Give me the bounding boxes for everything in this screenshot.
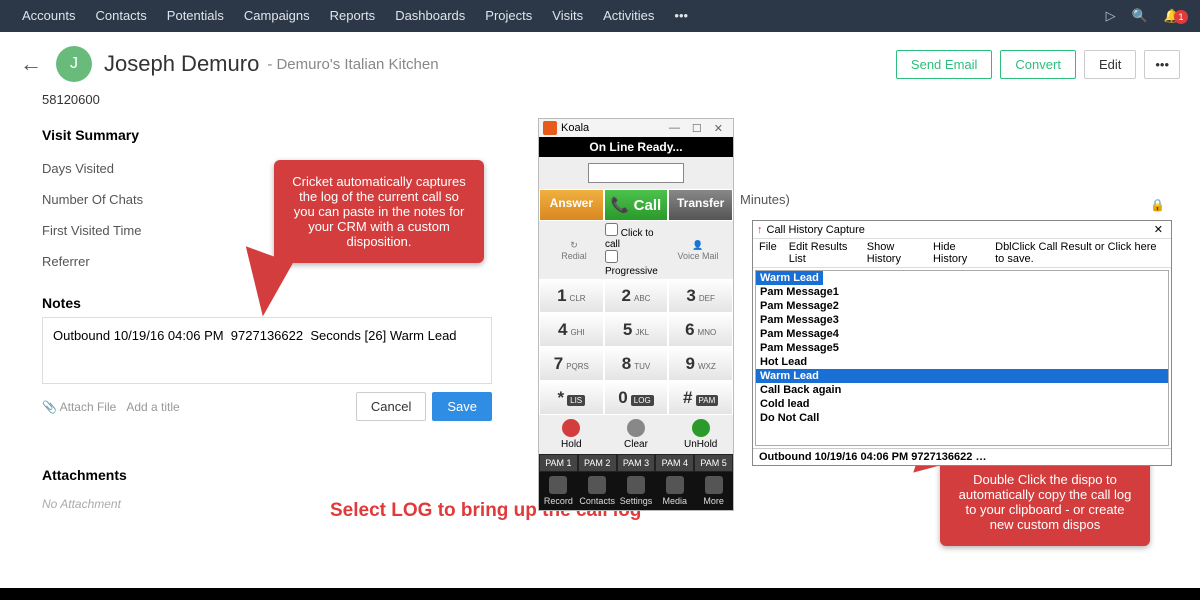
nav-campaigns[interactable]: Campaigns xyxy=(234,0,320,32)
key-hash[interactable]: #PAM xyxy=(668,381,733,415)
list-item[interactable]: Call Back again xyxy=(756,383,1168,397)
nav-reports[interactable]: Reports xyxy=(320,0,386,32)
bell-icon[interactable]: 🔔1 xyxy=(1156,8,1188,24)
more-tab[interactable]: More xyxy=(694,472,733,510)
dispo-list[interactable]: Warm Lead Pam Message1 Pam Message2 Pam … xyxy=(755,270,1169,446)
minimize-icon[interactable]: — xyxy=(663,122,686,134)
cancel-button[interactable]: Cancel xyxy=(356,392,426,421)
time-spent-label: Minutes) xyxy=(740,192,790,207)
notes-textarea[interactable] xyxy=(53,328,481,368)
close-icon[interactable]: ✕ xyxy=(708,122,729,135)
nav-more[interactable]: ••• xyxy=(664,0,698,32)
contact-name: Joseph Demuro xyxy=(104,51,259,77)
avatar: J xyxy=(56,46,92,82)
call-button[interactable]: 📞 Call xyxy=(604,189,669,221)
key-3[interactable]: 3DEF xyxy=(668,279,733,313)
nav-contacts[interactable]: Contacts xyxy=(85,0,156,32)
hold-button[interactable]: Hold xyxy=(539,415,604,454)
call-history-window: ↑ Call History Capture ✕ File Edit Resul… xyxy=(752,220,1172,466)
more-button[interactable]: ••• xyxy=(1144,50,1180,79)
settings-tab[interactable]: Settings xyxy=(617,472,656,510)
pam-2[interactable]: PAM 2 xyxy=(578,454,617,472)
notif-badge: 1 xyxy=(1174,10,1188,24)
contacts-tab[interactable]: Contacts xyxy=(578,472,617,510)
maximize-icon[interactable]: ☐ xyxy=(686,122,708,135)
send-email-button[interactable]: Send Email xyxy=(896,50,992,79)
redial-button[interactable]: ↻Redial xyxy=(543,240,605,261)
answer-button[interactable]: Answer xyxy=(539,189,604,221)
callout-cricket: Cricket automatically captures the log o… xyxy=(274,160,484,263)
menu-file[interactable]: File xyxy=(759,241,777,265)
list-item[interactable]: Pam Message1 xyxy=(756,285,1168,299)
list-item[interactable]: Pam Message5 xyxy=(756,341,1168,355)
history-title: Call History Capture xyxy=(767,224,1150,236)
list-item[interactable]: Pam Message4 xyxy=(756,327,1168,341)
voicemail-button[interactable]: 👤Voice Mail xyxy=(667,240,729,261)
list-item[interactable]: Pam Message2 xyxy=(756,299,1168,313)
dial-number-input[interactable] xyxy=(588,163,684,183)
dialer-title: Koala xyxy=(561,122,663,134)
lock-icon: 🔒 xyxy=(1150,198,1165,212)
progressive-checkbox[interactable]: Progressive xyxy=(605,255,658,277)
unhold-button[interactable]: UnHold xyxy=(668,415,733,454)
contact-company: - Demuro's Italian Kitchen xyxy=(267,56,438,73)
menu-show-history[interactable]: Show History xyxy=(867,241,921,265)
edit-button[interactable]: Edit xyxy=(1084,50,1136,79)
top-nav: Accounts Contacts Potentials Campaigns R… xyxy=(0,0,1200,32)
nav-potentials[interactable]: Potentials xyxy=(157,0,234,32)
pam-1[interactable]: PAM 1 xyxy=(539,454,578,472)
list-item-selected[interactable]: Warm Lead xyxy=(756,369,1168,383)
key-8[interactable]: 8TUV xyxy=(604,347,669,381)
key-1[interactable]: 1CLR xyxy=(539,279,604,313)
dialer-window: Koala — ☐ ✕ On Line Ready... Answer 📞 Ca… xyxy=(538,118,734,511)
menu-dblclick-hint[interactable]: DblClick Call Result or Click here to sa… xyxy=(995,241,1165,265)
key-6[interactable]: 6MNO xyxy=(668,313,733,347)
history-status: Outbound 10/19/16 04:06 PM 9727136622 … xyxy=(753,448,1171,465)
click-to-call-checkbox[interactable]: Click to call xyxy=(605,228,654,250)
nav-accounts[interactable]: Accounts xyxy=(12,0,85,32)
bottom-bar xyxy=(0,588,1200,600)
transfer-button[interactable]: Transfer xyxy=(668,189,733,221)
announce-icon[interactable]: ▷ xyxy=(1098,8,1124,24)
key-7[interactable]: 7PQRS xyxy=(539,347,604,381)
koala-icon xyxy=(543,121,557,135)
add-title-link[interactable]: Add a title xyxy=(126,400,179,414)
list-item[interactable]: Warm Lead xyxy=(756,271,823,285)
save-button[interactable]: Save xyxy=(432,392,492,421)
clear-button[interactable]: Clear xyxy=(604,415,669,454)
list-item[interactable]: Hot Lead xyxy=(756,355,1168,369)
pam-5[interactable]: PAM 5 xyxy=(694,454,733,472)
history-close-icon[interactable]: ✕ xyxy=(1150,223,1167,236)
key-2[interactable]: 2ABC xyxy=(604,279,669,313)
key-5[interactable]: 5JKL xyxy=(604,313,669,347)
attach-file-link[interactable]: 📎 Attach File xyxy=(42,400,116,414)
pam-4[interactable]: PAM 4 xyxy=(655,454,694,472)
back-arrow-icon[interactable]: ← xyxy=(20,51,42,77)
key-4[interactable]: 4GHI xyxy=(539,313,604,347)
nav-activities[interactable]: Activities xyxy=(593,0,664,32)
pam-3[interactable]: PAM 3 xyxy=(617,454,656,472)
dialer-status: On Line Ready... xyxy=(539,137,733,157)
list-item[interactable]: Cold lead xyxy=(756,397,1168,411)
record-tab[interactable]: Record xyxy=(539,472,578,510)
contact-header: ← J Joseph Demuro - Demuro's Italian Kit… xyxy=(0,32,1200,92)
history-up-icon: ↑ xyxy=(757,224,763,236)
keypad: 1CLR 2ABC 3DEF 4GHI 5JKL 6MNO 7PQRS 8TUV… xyxy=(539,279,733,415)
list-item[interactable]: Do Not Call xyxy=(756,411,1168,425)
notes-box xyxy=(42,317,492,384)
key-0-log[interactable]: 0LOG xyxy=(604,381,669,415)
list-item[interactable]: Pam Message3 xyxy=(756,313,1168,327)
nav-projects[interactable]: Projects xyxy=(475,0,542,32)
nav-visits[interactable]: Visits xyxy=(542,0,593,32)
menu-edit-results[interactable]: Edit Results List xyxy=(789,241,855,265)
convert-button[interactable]: Convert xyxy=(1000,50,1076,79)
media-tab[interactable]: Media xyxy=(655,472,694,510)
callout-dispo: Double Click the dispo to automatically … xyxy=(940,458,1150,546)
record-number: 58120600 xyxy=(42,92,1200,107)
nav-dashboards[interactable]: Dashboards xyxy=(385,0,475,32)
search-icon[interactable]: 🔍 xyxy=(1124,8,1156,24)
key-9[interactable]: 9WXZ xyxy=(668,347,733,381)
key-star[interactable]: *LIS xyxy=(539,381,604,415)
menu-hide-history[interactable]: Hide History xyxy=(933,241,983,265)
